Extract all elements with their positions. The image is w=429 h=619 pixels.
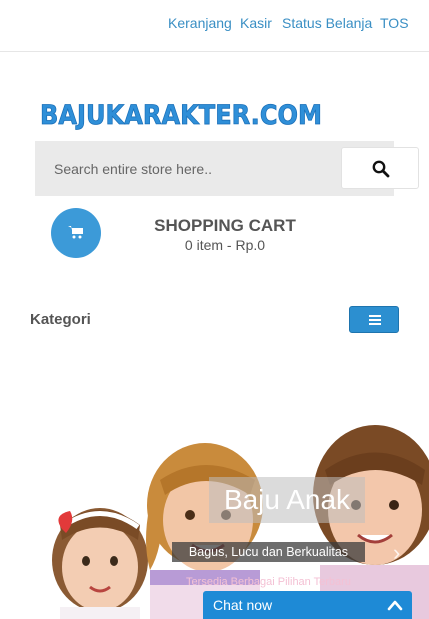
logo-wordmark: BAJUKARAKTER.COM	[40, 100, 322, 132]
slider-prev-arrow-icon[interactable]: ‹	[20, 540, 27, 566]
search-input[interactable]	[35, 141, 305, 196]
cart-button[interactable]	[51, 208, 101, 258]
shopping-cart-icon	[68, 226, 83, 239]
slide-caption: Tersedia Berbagai Pilihan Terbaru	[186, 576, 351, 588]
slide-title: Baju Anak	[209, 477, 365, 523]
search-button[interactable]	[341, 147, 419, 189]
menu-icon-bar	[369, 319, 381, 321]
shopping-cart-title[interactable]: SHOPPING CART	[120, 216, 330, 236]
category-menu-toggle[interactable]	[349, 306, 399, 333]
chevron-up-icon[interactable]	[387, 599, 403, 611]
cart-summary: 0 item - Rp.0	[184, 237, 266, 253]
nav-link-tos[interactable]: TOS	[380, 15, 409, 31]
top-navigation: Keranjang Kasir Status Belanja TOS	[0, 0, 429, 52]
category-heading: Kategori	[30, 311, 91, 328]
chat-widget[interactable]: Chat now	[203, 591, 412, 619]
menu-icon-bar	[369, 315, 381, 317]
nav-link-kasir[interactable]: Kasir	[240, 15, 272, 31]
site-logo[interactable]: BAJUKARAKTER.COM	[40, 93, 330, 133]
search-bar	[35, 141, 419, 196]
logo-text: BAJUKARAKTER.COM	[40, 100, 322, 131]
slide-subtitle: Bagus, Lucu dan Berkualitas	[172, 542, 365, 562]
menu-icon-bar	[369, 323, 381, 325]
nav-link-keranjang[interactable]: Keranjang	[168, 15, 232, 31]
chat-label: Chat now	[213, 597, 273, 613]
slider-next-arrow-icon[interactable]: ›	[393, 540, 400, 566]
nav-link-status-belanja[interactable]: Status Belanja	[282, 15, 372, 31]
search-icon	[372, 160, 390, 178]
